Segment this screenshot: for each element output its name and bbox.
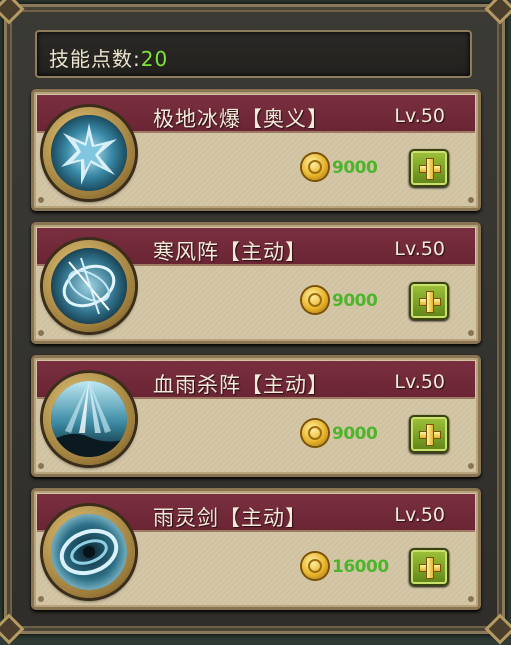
rivet [468,596,474,602]
upgrade-skill-button[interactable] [409,415,449,453]
frame-corner-ornament [0,613,25,645]
rain-spirit-sword-icon [51,514,127,590]
plus-icon [426,424,434,446]
skill-points-bar: 技能点数:20 [35,30,472,78]
upgrade-cost: 9000 [332,424,378,444]
frame-corner-ornament [484,0,511,25]
skill-card: 极地冰爆【奥义】 Lv.50 9000 [31,89,481,211]
rivet [38,197,44,203]
skill-name: 极地冰爆【奥义】 [153,107,329,131]
blood-rain-formation-icon [51,381,127,457]
skill-level: Lv.50 [394,105,445,127]
skill-icon-frame[interactable] [43,373,135,465]
skill-level: Lv.50 [394,238,445,260]
skill-icon-frame[interactable] [43,240,135,332]
gold-coin-icon [302,287,328,313]
rivet [468,197,474,203]
upgrade-skill-button[interactable] [409,548,449,586]
rivet [38,330,44,336]
upgrade-cost: 9000 [332,291,378,311]
skill-name: 血雨杀阵【主动】 [153,373,329,397]
ice-burst-icon [51,115,127,191]
skill-card: 雨灵剑【主动】 Lv.50 16000 [31,488,481,610]
upgrade-cost: 16000 [332,557,389,577]
skill-name: 寒风阵【主动】 [153,240,307,264]
plus-icon [426,291,434,313]
skill-points-text: 技能点数:20 [49,43,168,72]
skill-icon-frame[interactable] [43,506,135,598]
frame-corner-ornament [484,613,511,645]
skill-name: 雨灵剑【主动】 [153,506,307,530]
plus-icon [426,158,434,180]
gold-coin-icon [302,553,328,579]
rivet [468,463,474,469]
skill-card: 血雨杀阵【主动】 Lv.50 9000 [31,355,481,477]
skill-icon-frame[interactable] [43,107,135,199]
upgrade-cost: 9000 [332,158,378,178]
plus-icon [426,557,434,579]
rivet [38,596,44,602]
skill-points-label: 技能点数: [49,47,141,71]
gold-coin-icon [302,154,328,180]
gold-coin-icon [302,420,328,446]
upgrade-skill-button[interactable] [409,149,449,187]
skill-level: Lv.50 [394,504,445,526]
frame-corner-ornament [0,0,25,25]
skill-card: 寒风阵【主动】 Lv.50 9000 [31,222,481,344]
cold-wind-formation-icon [51,248,127,324]
rivet [38,463,44,469]
skill-points-value: 20 [140,47,169,71]
upgrade-skill-button[interactable] [409,282,449,320]
skill-level: Lv.50 [394,371,445,393]
rivet [468,330,474,336]
